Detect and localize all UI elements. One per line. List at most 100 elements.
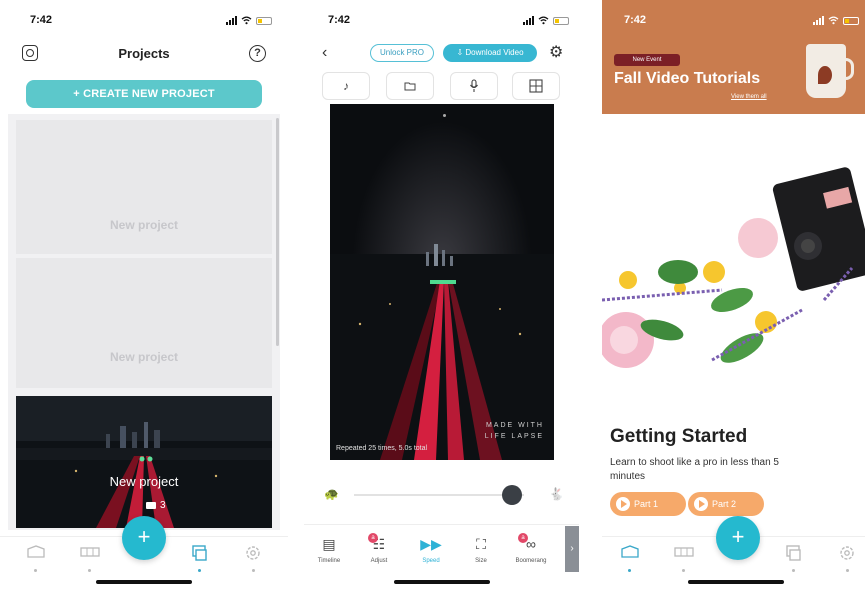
speed-tool[interactable]: ▶▶ Speed: [406, 535, 456, 564]
unlock-pro-button[interactable]: Unlock PRO: [370, 44, 434, 62]
tab-indicator: [34, 569, 37, 572]
timeline-tool[interactable]: ▤ Timeline: [304, 535, 354, 564]
timeline-icon: ▤: [322, 536, 336, 552]
camera-dot: [443, 114, 446, 117]
timeline-label: Timeline: [317, 558, 341, 564]
slider-knob[interactable]: [502, 485, 522, 505]
status-icons: [226, 16, 272, 25]
tab-projects[interactable]: [784, 545, 804, 572]
part-1-label: Part 1: [634, 499, 659, 509]
status-time: 7:42: [30, 14, 53, 26]
new-event-tag: New Event: [614, 54, 680, 66]
boomerang-icon: ∞: [526, 536, 536, 552]
banner-title: Fall Video Tutorials: [614, 70, 761, 87]
status-bar: 7:42: [602, 14, 865, 30]
gear-icon[interactable]: ⚙: [549, 42, 563, 62]
home-indicator: [688, 580, 784, 584]
tutorials-screen: 7:42 New Event Fall Video Tutorials View…: [602, 0, 865, 590]
project-card-label: New project: [109, 474, 179, 489]
project-card[interactable]: New project: [16, 120, 272, 254]
settings-icon: [246, 546, 260, 560]
projects-screen: 7:42 Projects ? + CREATE NEW PROJECT New…: [0, 0, 288, 590]
signal-icon: [523, 16, 534, 25]
fall-tutorials-banner[interactable]: 7:42 New Event Fall Video Tutorials View…: [602, 0, 865, 114]
tab-indicator: [792, 569, 795, 572]
speed-icon: ▶▶: [420, 536, 442, 552]
wifi-icon: [538, 16, 549, 25]
help-icon[interactable]: ?: [249, 45, 266, 62]
tab-indicator: [88, 569, 91, 572]
storyboard-icon: [80, 547, 100, 557]
project-card[interactable]: New project: [16, 258, 272, 388]
tab-storyboard[interactable]: [674, 545, 694, 572]
project-card-label: New project: [109, 218, 178, 232]
city-night-thumbnail: [16, 396, 272, 528]
size-label: Size: [475, 558, 487, 564]
mic-tool-button[interactable]: [450, 72, 498, 100]
scrollbar[interactable]: [276, 118, 279, 346]
add-fab-button[interactable]: +: [122, 516, 166, 560]
projects-icon: [786, 545, 801, 561]
signal-icon: [226, 16, 237, 25]
coffee-mug-image: [806, 44, 854, 98]
status-icons: [813, 16, 859, 25]
battery-icon: [843, 16, 859, 25]
status-time: 7:42: [624, 14, 647, 26]
wifi-icon: [241, 16, 252, 25]
edit-toolbar: ▤ Timeline ☷ Adjust a ▶▶ Speed ⛶ Size ∞ …: [304, 524, 579, 576]
tab-reel[interactable]: [26, 545, 46, 572]
back-chevron-icon[interactable]: ‹: [322, 44, 327, 62]
tab-storyboard[interactable]: [80, 545, 100, 572]
tab-projects[interactable]: [190, 545, 210, 572]
tab-settings[interactable]: [244, 545, 264, 572]
part-2-button[interactable]: Part 2: [688, 492, 764, 516]
add-fab-button[interactable]: +: [716, 516, 760, 560]
music-tool-button[interactable]: ♪: [322, 72, 370, 100]
speed-slider[interactable]: 🐢 🐇: [324, 484, 564, 506]
status-time: 7:42: [328, 14, 351, 26]
photo-count: 3: [146, 500, 166, 511]
adjust-tool[interactable]: ☷ Adjust: [354, 535, 404, 564]
size-tool[interactable]: ⛶ Size: [456, 535, 506, 564]
wifi-icon: [828, 16, 839, 25]
more-tools-arrow-icon[interactable]: ›: [565, 526, 579, 572]
app-screenshot-collage: 7:42 Projects ? + CREATE NEW PROJECT New…: [0, 0, 865, 590]
city-highway-video-frame: [330, 104, 554, 460]
status-bar: 7:42: [304, 14, 579, 30]
tab-indicator: [198, 569, 201, 572]
watermark-line-2: LIFE LAPSE: [484, 433, 544, 440]
boomerang-badge: a: [518, 533, 528, 543]
folder-tool-button[interactable]: [386, 72, 434, 100]
adjust-label: Adjust: [370, 558, 388, 564]
boomerang-tool[interactable]: ∞ Boomerang: [506, 535, 556, 564]
camera-icon: [146, 502, 156, 509]
reel-icon: [27, 545, 45, 558]
signal-icon: [813, 16, 824, 25]
grid-tool-button[interactable]: [512, 72, 560, 100]
mic-icon: [470, 79, 478, 92]
part-1-button[interactable]: Part 1: [610, 492, 686, 516]
project-card-label: New project: [109, 350, 178, 364]
tab-settings[interactable]: [838, 545, 858, 572]
tab-reel[interactable]: [620, 545, 640, 572]
download-video-button[interactable]: ⇩ Download Video: [443, 44, 537, 62]
view-all-link[interactable]: View them all: [731, 94, 767, 100]
leaf-icon: [818, 66, 832, 84]
section-heading: Getting Started: [610, 426, 748, 447]
section-description: Learn to shoot like a pro in less than 5…: [610, 457, 779, 482]
tab-indicator: [846, 569, 849, 572]
tab-indicator: [628, 569, 631, 572]
video-preview[interactable]: MADE WITH LIFE LAPSE Repeated 25 times, …: [330, 104, 554, 460]
status-bar: 7:42: [0, 14, 288, 30]
settings-icon: [840, 546, 854, 560]
project-list[interactable]: New project New project New project 3: [8, 114, 280, 530]
create-new-project-button[interactable]: + CREATE NEW PROJECT: [26, 80, 262, 108]
reel-icon: [621, 545, 639, 558]
slider-track[interactable]: [354, 494, 524, 496]
folder-icon: [404, 82, 416, 91]
home-indicator: [394, 580, 490, 584]
tab-indicator: [682, 569, 685, 572]
adjust-icon: ☷: [372, 536, 386, 552]
adjust-badge: a: [368, 533, 378, 543]
project-card[interactable]: New project 3: [16, 396, 272, 528]
